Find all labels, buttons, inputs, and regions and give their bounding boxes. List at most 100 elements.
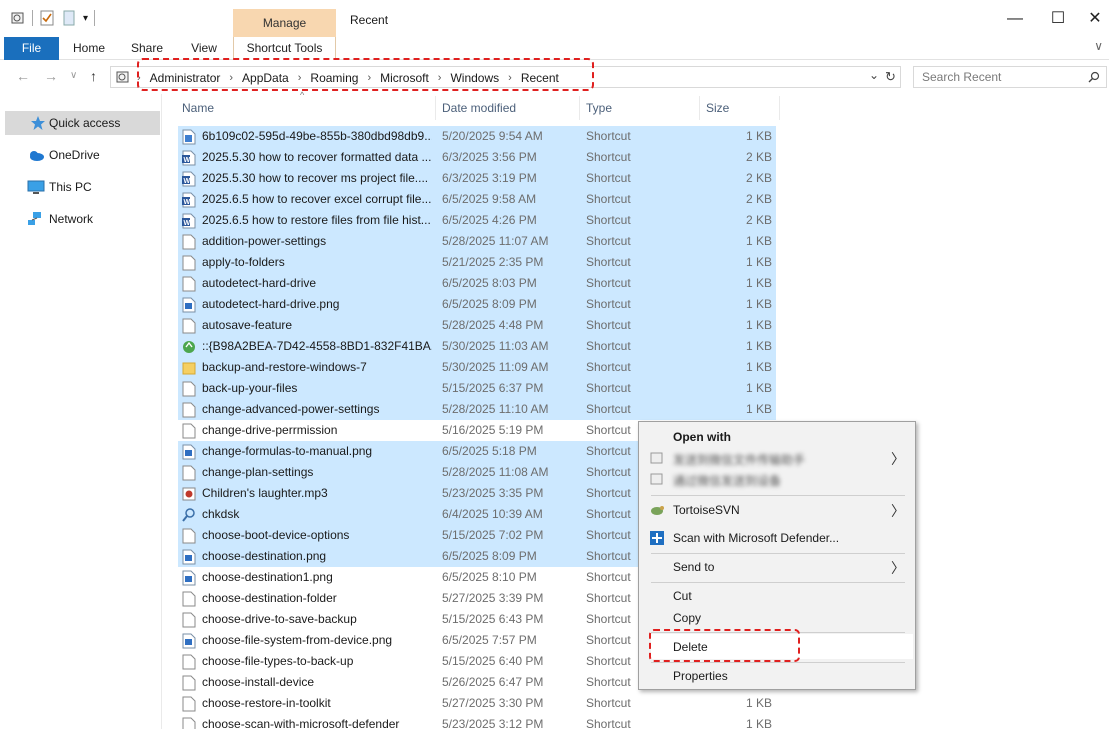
file-name: 2025.6.5 how to restore files from file … bbox=[202, 213, 431, 227]
menu-item-copy[interactable]: Copy bbox=[673, 611, 701, 625]
shortcut-file-icon bbox=[182, 423, 196, 439]
tortoisesvn-icon bbox=[651, 506, 664, 515]
file-size: 1 KB bbox=[745, 255, 772, 269]
sidebar-item-label: Network bbox=[49, 212, 94, 226]
menu-item-scan-defender[interactable]: Scan with Microsoft Defender... bbox=[673, 531, 839, 545]
file-date: 5/15/2025 6:37 PM bbox=[442, 381, 544, 395]
menu-item-send-to[interactable]: Send to bbox=[673, 560, 714, 574]
tab-shortcut-tools[interactable]: Shortcut Tools bbox=[233, 37, 336, 60]
minimize-button[interactable]: — bbox=[995, 6, 1035, 32]
file-row[interactable]: autodetect-hard-drive 6/5/2025 8:03 PM Sho… bbox=[178, 273, 776, 294]
file-type: Shortcut bbox=[586, 696, 631, 710]
properties-icon[interactable] bbox=[10, 10, 26, 26]
file-date: 5/15/2025 6:40 PM bbox=[442, 654, 544, 668]
file-row[interactable]: autodetect-hard-drive.png 6/5/2025 8:09 P… bbox=[178, 294, 776, 315]
sidebar-item-network[interactable]: Network bbox=[5, 207, 160, 231]
search-input[interactable]: Search Recent bbox=[913, 66, 1107, 88]
file-size: 1 KB bbox=[745, 402, 772, 416]
file-name: ::{B98A2BEA-7D42-4558-8BD1-832F41BA... bbox=[202, 339, 432, 353]
file-date: 6/5/2025 8:09 PM bbox=[442, 549, 537, 563]
address-dropdown-icon[interactable]: ⌄ bbox=[869, 68, 879, 82]
file-type: Shortcut bbox=[586, 171, 631, 185]
file-date: 5/21/2025 2:35 PM bbox=[442, 255, 544, 269]
file-name: choose-destination.png bbox=[202, 549, 327, 563]
file-row[interactable]: choose-restore-in-toolkit 5/27/2025 3:30 … bbox=[178, 693, 776, 714]
shortcut-file-icon bbox=[182, 465, 196, 481]
file-date: 6/3/2025 3:56 PM bbox=[442, 150, 537, 164]
expand-ribbon-icon[interactable]: ∨ bbox=[1094, 39, 1103, 53]
file-date: 5/30/2025 11:03 AM bbox=[442, 339, 549, 353]
menu-item-properties[interactable]: Properties bbox=[673, 669, 728, 683]
file-row[interactable]: addition-power-settings 5/28/2025 11:07 A… bbox=[178, 231, 776, 252]
wechat-icon bbox=[650, 452, 663, 464]
menu-item-tortoisesvn[interactable]: TortoiseSVN bbox=[673, 503, 740, 517]
tab-file[interactable]: File bbox=[4, 37, 59, 60]
file-name: 6b109c02-595d-49be-855b-380dbd98db9... bbox=[202, 129, 432, 143]
title-bar: ▾ Manage Recent — ☐ ✕ bbox=[0, 0, 1109, 37]
sidebar-item-onedrive[interactable]: OneDrive bbox=[5, 143, 160, 167]
file-row[interactable]: apply-to-folders 5/21/2025 2:35 PM Shortcu… bbox=[178, 252, 776, 273]
file-row[interactable]: W 2025.5.30 how to recover ms project fil… bbox=[178, 168, 776, 189]
file-type: Shortcut bbox=[586, 150, 631, 164]
file-type: Shortcut bbox=[586, 381, 631, 395]
file-row[interactable]: W 2025.5.30 how to recover formatted data… bbox=[178, 147, 776, 168]
column-header-name[interactable]: Name bbox=[178, 96, 436, 120]
menu-item-blurred-1[interactable]: 发送到微信文件传输助手 bbox=[673, 451, 805, 468]
sidebar-item-this-pc[interactable]: This PC bbox=[5, 175, 160, 199]
file-row[interactable]: choose-scan-with-microsoft-defender 5/23/… bbox=[178, 714, 776, 729]
wechat-icon bbox=[650, 473, 663, 485]
sidebar-item-label: OneDrive bbox=[49, 148, 100, 162]
file-row[interactable]: W 2025.6.5 how to recover excel corrupt f… bbox=[178, 189, 776, 210]
file-row[interactable]: backup-and-restore-windows-7 5/30/2025 11… bbox=[178, 357, 776, 378]
file-date: 5/28/2025 4:48 PM bbox=[442, 318, 544, 332]
file-name: 2025.5.30 how to recover formatted data … bbox=[202, 150, 432, 164]
network-icon bbox=[28, 212, 41, 225]
toolbar-divider bbox=[94, 10, 96, 26]
file-date: 5/27/2025 3:30 PM bbox=[442, 696, 544, 710]
file-date: 6/5/2025 4:26 PM bbox=[442, 213, 537, 227]
file-row[interactable]: ::{B98A2BEA-7D42-4558-8BD1-832F41BA... 5/… bbox=[178, 336, 776, 357]
forward-icon[interactable]: → bbox=[44, 68, 58, 84]
file-row[interactable]: 6b109c02-595d-49be-855b-380dbd98db9... 5/… bbox=[178, 126, 776, 147]
refresh-icon[interactable]: ↻ bbox=[885, 69, 896, 85]
file-name: change-formulas-to-manual.png bbox=[202, 444, 373, 458]
menu-item-blurred-2[interactable]: 通过微信发送到设备 bbox=[673, 472, 781, 489]
file-date: 6/5/2025 8:09 PM bbox=[442, 297, 537, 311]
file-row[interactable]: W 2025.6.5 how to restore files from file… bbox=[178, 210, 776, 231]
address-highlight-box bbox=[137, 58, 594, 91]
column-header-size[interactable]: Size bbox=[702, 96, 780, 120]
file-type: Shortcut bbox=[586, 444, 631, 458]
back-icon[interactable]: ← bbox=[16, 68, 30, 84]
close-button[interactable]: ✕ bbox=[1075, 6, 1109, 32]
file-row[interactable]: autosave-feature 5/28/2025 4:48 PM Shortcu… bbox=[178, 315, 776, 336]
file-size: 2 KB bbox=[745, 171, 772, 185]
file-type: Shortcut bbox=[586, 549, 631, 563]
sidebar-item-quick-access[interactable]: Quick access bbox=[5, 111, 160, 135]
tab-share[interactable]: Share bbox=[124, 37, 170, 60]
file-size: 1 KB bbox=[745, 696, 772, 710]
search-icon bbox=[1088, 71, 1100, 83]
menu-item-cut[interactable]: Cut bbox=[673, 589, 692, 603]
manage-contextual-tab[interactable]: Manage bbox=[233, 9, 336, 37]
menu-item-open-with[interactable]: Open with bbox=[673, 430, 731, 444]
new-folder-icon[interactable] bbox=[61, 10, 77, 26]
file-row[interactable]: change-advanced-power-settings 5/28/2025 … bbox=[178, 399, 776, 420]
shortcut-file-icon bbox=[182, 612, 196, 628]
word-document-icon: W bbox=[182, 150, 196, 166]
submenu-arrow-icon: 〉 bbox=[891, 560, 905, 576]
tab-view[interactable]: View bbox=[182, 37, 226, 60]
delete-highlight-box bbox=[649, 629, 800, 662]
customize-toolbar-icon[interactable]: ▾ bbox=[83, 13, 88, 24]
file-row[interactable]: back-up-your-files 5/15/2025 6:37 PM Short… bbox=[178, 378, 776, 399]
maximize-button[interactable]: ☐ bbox=[1038, 6, 1078, 32]
checkmark-icon[interactable] bbox=[39, 10, 55, 26]
shortcut-file-icon bbox=[182, 276, 196, 292]
file-type: Shortcut bbox=[586, 591, 631, 605]
recent-locations-icon[interactable]: ∨ bbox=[70, 70, 77, 81]
file-name: autodetect-hard-drive.png bbox=[202, 297, 340, 311]
column-header-type[interactable]: Type bbox=[582, 96, 700, 120]
column-header-date[interactable]: Date modified bbox=[438, 96, 580, 120]
file-type: Shortcut bbox=[586, 402, 631, 416]
up-icon[interactable]: ↑ bbox=[90, 68, 97, 84]
tab-home[interactable]: Home bbox=[66, 37, 112, 60]
